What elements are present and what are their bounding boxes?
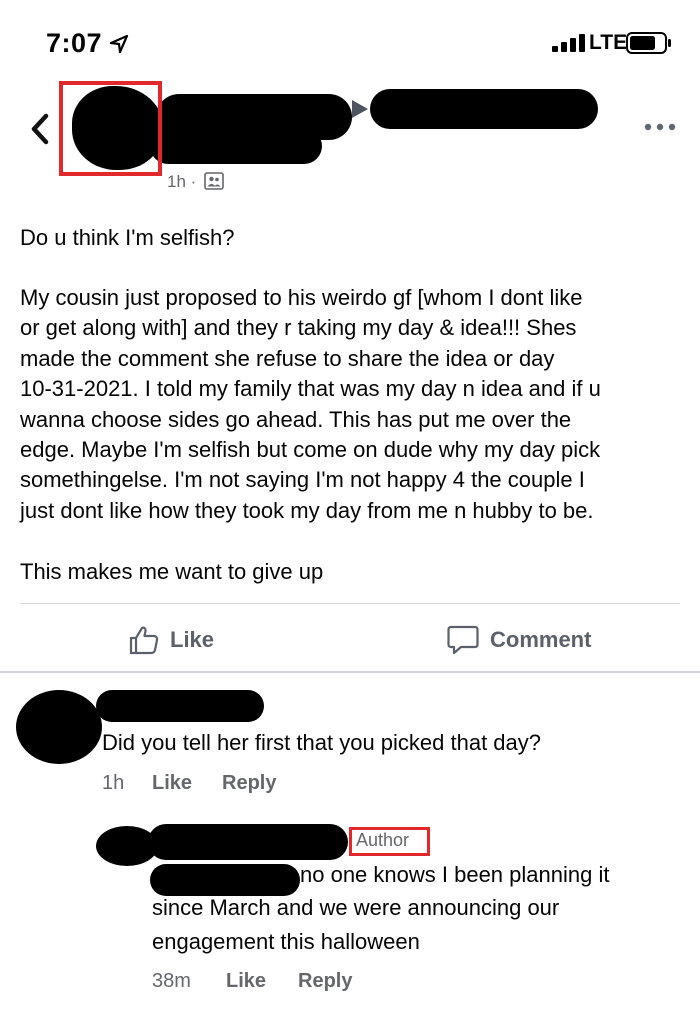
- group-arrow-icon: [352, 100, 368, 118]
- comment-label: Comment: [490, 627, 592, 652]
- commenter-name-redacted[interactable]: [96, 690, 264, 722]
- reply-timestamp: 38m: [152, 970, 191, 992]
- reply-reply-button[interactable]: Reply: [298, 970, 352, 993]
- cellular-signal-icon: [552, 34, 585, 52]
- reply-author-name-redacted[interactable]: [148, 824, 348, 860]
- reply-text-line: engagement this halloween: [152, 929, 420, 954]
- comment-reply-button[interactable]: Reply: [222, 772, 276, 795]
- battery-icon: [626, 32, 671, 54]
- comment-text: Did you tell her first that you picked t…: [102, 730, 542, 755]
- thumbs-up-icon: [129, 626, 159, 655]
- reply-mention-redacted[interactable]: [150, 864, 300, 896]
- post-closing-line: This makes me want to give up: [20, 559, 324, 584]
- comment-like-button[interactable]: Like: [152, 772, 192, 795]
- like-label: Like: [170, 627, 215, 652]
- reply-text-line: no one knows I been planning it: [300, 862, 610, 887]
- more-options-icon[interactable]: [644, 122, 676, 132]
- comment-bubble-icon: [447, 625, 479, 655]
- post-timestamp[interactable]: 1h ·: [167, 172, 196, 192]
- status-time: 7:07: [46, 28, 103, 58]
- audience-group-icon: [204, 172, 224, 190]
- comment-timestamp: 1h: [102, 772, 125, 794]
- poster-subtitle-redacted: [150, 128, 322, 164]
- post-question: Do u think I'm selfish?: [20, 225, 235, 250]
- location-arrow-icon: [109, 34, 129, 54]
- reply-like-button[interactable]: Like: [226, 970, 266, 993]
- author-badge-highlight-frame: [349, 827, 430, 856]
- post-body: My cousin just proposed to his weirdo gf…: [20, 285, 601, 523]
- network-type: LTE: [589, 31, 628, 54]
- divider: [20, 603, 680, 604]
- commenter-avatar-redacted[interactable]: [16, 690, 102, 764]
- avatar-highlight-frame: [59, 81, 162, 176]
- back-chevron-icon[interactable]: [26, 112, 54, 146]
- group-name-redacted[interactable]: [370, 89, 598, 129]
- reply-text-line: since March and we were announcing our: [152, 895, 560, 920]
- comment-button[interactable]: Comment: [446, 620, 591, 660]
- section-divider: [0, 671, 700, 673]
- like-button[interactable]: Like: [128, 620, 214, 660]
